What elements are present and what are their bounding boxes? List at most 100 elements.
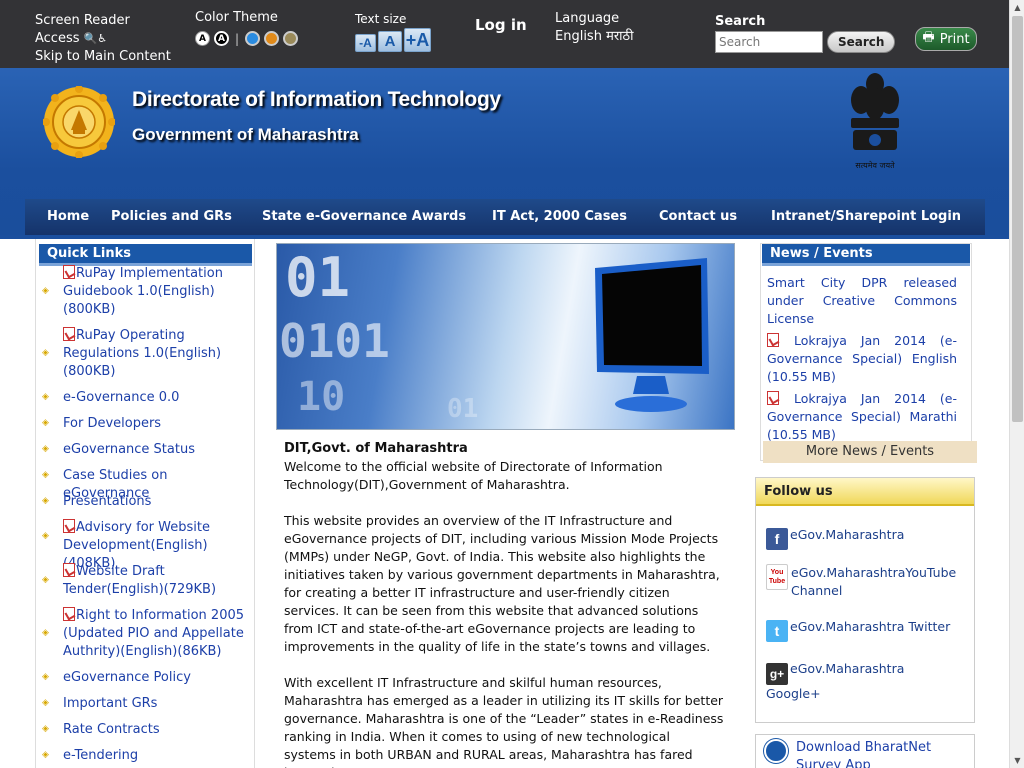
quick-link-label: Important GRs	[63, 696, 158, 711]
bullet-icon: ◈	[42, 392, 49, 402]
language-options[interactable]: English मराठी	[555, 28, 633, 46]
quick-links-title: Quick Links	[39, 244, 252, 266]
page-title: DIT,Govt. of Maharashtra	[284, 441, 468, 456]
nav-contact-us[interactable]: Contact us	[659, 209, 737, 224]
access-label: Access	[35, 31, 80, 46]
more-news-events-link[interactable]: More News / Events	[763, 441, 977, 463]
quick-link-item[interactable]: ◈ For Developers	[36, 415, 254, 441]
maharashtra-seal-logo[interactable]	[43, 86, 115, 158]
news-events-title: News / Events	[762, 244, 970, 266]
bullet-icon: ◈	[42, 286, 49, 296]
theme-orange-button[interactable]	[264, 31, 280, 46]
bullet-icon: ◈	[42, 418, 49, 428]
text-size-increase-button[interactable]: +A	[404, 28, 431, 52]
quick-link-label: Website Draft Tender(English)(729KB)	[63, 564, 217, 597]
theme-olive-button[interactable]	[283, 31, 299, 46]
language-label: Language	[555, 11, 620, 26]
youtube-label: eGov.MaharashtraYouTube Channel	[791, 565, 957, 598]
search-label: Search	[715, 14, 766, 29]
news-item[interactable]: Lokrajya Jan 2014 (e-Governance Special)…	[767, 390, 957, 444]
site-subtitle: Government of Maharashtra	[132, 125, 359, 144]
scroll-thumb[interactable]	[1012, 16, 1023, 422]
twitter-label: eGov.Maharashtra Twitter	[790, 619, 951, 634]
separator: |	[235, 31, 240, 46]
quick-link-label: For Developers	[63, 416, 162, 431]
quick-link-item[interactable]: ◈ Case Studies on eGovernance	[36, 467, 254, 501]
follow-us-panel: Follow us f eGov.Maharashtra You Tube eGov…	[755, 477, 975, 723]
quick-link-item[interactable]: ◈ e-Tendering	[36, 747, 254, 768]
print-button[interactable]: 🖶 Print	[915, 27, 977, 51]
national-emblem-icon: सत्यमेव जयते	[851, 73, 899, 170]
page-scrollbar[interactable]: ▲ ▼	[1009, 0, 1024, 768]
quick-link-item[interactable]: ◈ Rate Contracts	[36, 721, 254, 747]
twitter-link[interactable]: t eGov.Maharashtra Twitter	[766, 618, 950, 642]
main-content: DIT,Govt. of Maharashtra Welcome to the …	[284, 440, 724, 768]
skip-to-main-content-link[interactable]: Skip to Main Content	[35, 48, 171, 66]
bullet-icon: ◈	[42, 628, 49, 638]
quick-link-item[interactable]: ◈ eGovernance Status	[36, 441, 254, 467]
quick-link-item[interactable]: ◈ Presentations	[36, 493, 254, 519]
nav-home[interactable]: Home	[47, 209, 89, 224]
quick-link-item[interactable]: ◈ Advisory for Website Development(Englis…	[36, 519, 254, 571]
news-item[interactable]: Lokrajya Jan 2014 (e-Governance Special)…	[767, 332, 957, 386]
quick-link-item[interactable]: ◈ eGovernance Policy	[36, 669, 254, 695]
facebook-label: eGov.Maharashtra	[790, 527, 905, 542]
nav-it-act-cases[interactable]: IT Act, 2000 Cases	[492, 209, 627, 224]
news-item[interactable]: Smart City DPR released under Creative C…	[767, 274, 957, 328]
facebook-link[interactable]: f eGov.Maharashtra	[766, 526, 904, 550]
scroll-down-arrow-icon[interactable]: ▼	[1010, 753, 1024, 768]
hero-banner-image: 01 0101 10 01	[276, 243, 735, 430]
bullet-icon: ◈	[42, 496, 49, 506]
theme-white-button[interactable]: A	[195, 31, 210, 46]
search-input[interactable]	[715, 31, 823, 53]
search-button[interactable]: Search	[827, 31, 896, 53]
location-pin-icon	[764, 739, 788, 763]
access-link[interactable]: Access 🔍♿	[35, 30, 171, 48]
quick-link-label: e-Tendering	[63, 748, 139, 763]
quick-link-item[interactable]: ◈ Right to Information 2005 (Updated PIO …	[36, 607, 254, 669]
scroll-up-arrow-icon[interactable]: ▲	[1010, 0, 1024, 15]
quick-link-item[interactable]: ◈ Important GRs	[36, 695, 254, 721]
bullet-icon: ◈	[42, 444, 49, 454]
quick-link-item[interactable]: ◈ RuPay Operating Regulations 1.0(English…	[36, 327, 254, 389]
screen-reader-link[interactable]: Screen Reader	[35, 12, 171, 30]
language-selector: Language English मराठी	[555, 10, 633, 46]
top-utility-bar: Screen Reader Access 🔍♿ Skip to Main Cont…	[0, 0, 1009, 68]
news-item-label: Lokrajya Jan 2014 (e-Governance Special)…	[767, 391, 957, 442]
pdf-icon	[63, 327, 75, 341]
login-link[interactable]: Log in	[475, 16, 527, 34]
pdf-icon	[63, 607, 75, 621]
news-events-panel: News / Events Smart City DPR released un…	[760, 243, 977, 463]
nav-policies-and-grs[interactable]: Policies and GRs	[111, 209, 232, 224]
theme-black-button[interactable]: A	[214, 31, 229, 46]
youtube-link[interactable]: You Tube eGov.MaharashtraYouTube Channel	[766, 564, 966, 600]
site-title: Directorate of Information Technology	[132, 88, 501, 111]
bullet-icon: ◈	[42, 672, 49, 682]
quick-link-label: RuPay Operating Regulations 1.0(English)…	[63, 328, 222, 379]
quick-link-item[interactable]: ◈ Website Draft Tender(English)(729KB)	[36, 563, 254, 607]
pdf-icon	[63, 563, 75, 577]
nav-egovernance-awards[interactable]: State e-Governance Awards	[262, 209, 466, 224]
bullet-icon: ◈	[42, 698, 49, 708]
quick-links-list: ◈ RuPay Implementation Guidebook 1.0(Engl…	[36, 265, 254, 768]
overview-paragraph: This website provides an overview of the…	[284, 513, 720, 654]
bharatnet-app-link[interactable]: Download BharatNet Survey App	[755, 734, 975, 768]
printer-icon: 🖶	[922, 30, 935, 45]
theme-blue-button[interactable]	[245, 31, 261, 46]
quick-link-item[interactable]: ◈ e-Governance 0.0	[36, 389, 254, 415]
quick-link-item[interactable]: ◈ RuPay Implementation Guidebook 1.0(Engl…	[36, 265, 254, 327]
banner-binary-digits: 01	[447, 394, 479, 424]
pdf-icon	[63, 265, 75, 279]
quick-link-label: eGovernance Policy	[63, 670, 191, 685]
text-size-decrease-button[interactable]: -A	[355, 34, 376, 52]
search-area: Search Search	[715, 14, 896, 53]
text-size-normal-button[interactable]: A	[378, 31, 402, 52]
text-size: Text size -A A +A	[355, 12, 431, 52]
google-plus-link[interactable]: g+ eGov.Maharashtra Google+	[766, 660, 926, 703]
follow-us-title: Follow us	[756, 478, 974, 506]
intro-paragraph: Welcome to the official website of Direc…	[284, 459, 663, 492]
google-plus-icon: g+	[766, 663, 788, 685]
news-list: Smart City DPR released under Creative C…	[767, 274, 957, 448]
nav-intranet-login[interactable]: Intranet/Sharepoint Login	[771, 209, 961, 224]
bullet-icon: ◈	[42, 531, 49, 541]
